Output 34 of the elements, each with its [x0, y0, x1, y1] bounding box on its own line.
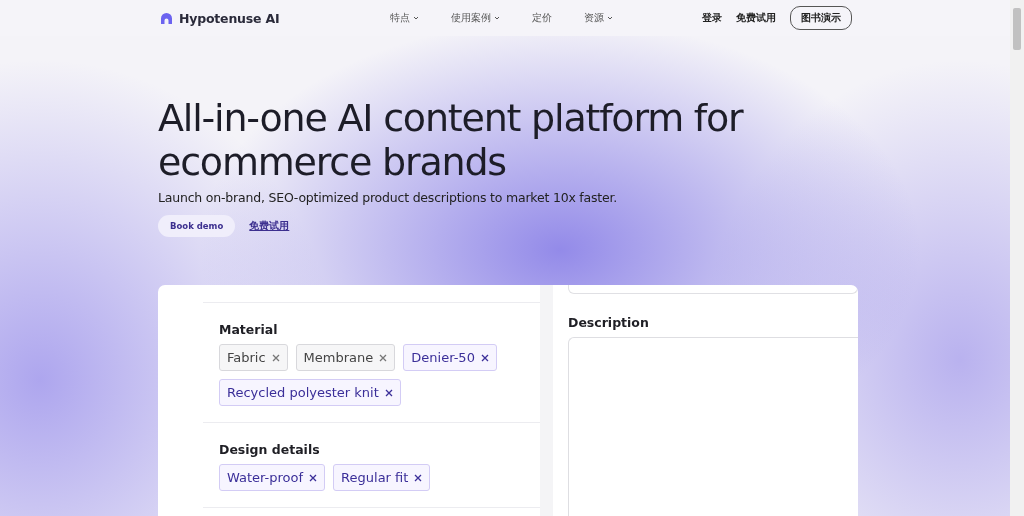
chevron-down-icon — [413, 16, 419, 20]
close-icon[interactable] — [271, 353, 280, 362]
nav-menu-item[interactable]: 使用案例 — [451, 11, 500, 25]
book-demo-button[interactable]: 图书演示 — [790, 6, 852, 30]
hero-title: All-in-one AI content platform for ecommerce brands — [158, 96, 745, 184]
close-icon[interactable] — [384, 388, 393, 397]
chevron-down-icon — [494, 16, 500, 20]
brand-name[interactable]: Hypotenuse AI — [179, 10, 280, 26]
section-title: Design details — [219, 442, 321, 457]
attribute-tag[interactable]: Denier-50 — [403, 344, 497, 371]
login-link[interactable]: 登录 — [702, 11, 722, 25]
close-icon[interactable] — [480, 353, 489, 362]
close-icon[interactable] — [309, 473, 318, 482]
attribute-tag[interactable]: Regular fit — [333, 464, 431, 491]
scrollbar-thumb[interactable] — [1013, 8, 1021, 50]
nav-menu-item[interactable]: 资源 — [584, 11, 613, 25]
close-icon[interactable] — [379, 353, 388, 362]
hero-subtitle: Launch on-brand, SEO-optimized product descriptions to market 10x faster. — [158, 190, 619, 205]
logo-icon — [160, 11, 173, 25]
chevron-down-icon — [607, 16, 613, 20]
section-title: Material — [219, 322, 279, 337]
free-trial-link[interactable]: 免费试用 — [249, 219, 290, 233]
attribute-tag[interactable]: Fabric — [219, 344, 288, 371]
free-trial-link[interactable]: 免费试用 — [736, 11, 776, 25]
attribute-tag[interactable]: Recycled polyester knit — [219, 379, 401, 406]
close-icon[interactable] — [414, 473, 423, 482]
scrollbar[interactable] — [1010, 0, 1024, 516]
attribute-tag[interactable]: Membrane — [295, 344, 396, 371]
attribute-tag[interactable]: Water-proof — [219, 464, 326, 491]
nav-menu-item[interactable]: 定价 — [532, 11, 552, 25]
description-label: Description — [568, 315, 650, 330]
nav-menu-item[interactable]: 特点 — [390, 11, 419, 25]
book-demo-button[interactable]: Book demo — [158, 215, 236, 237]
description-field[interactable] — [568, 337, 858, 516]
